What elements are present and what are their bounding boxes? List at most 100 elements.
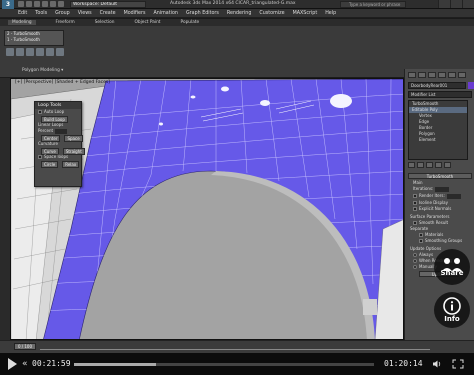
iterations-row: Iterations: [413, 186, 450, 192]
menu-graph-editors[interactable]: Graph Editors [186, 11, 219, 16]
modify-mode-icon[interactable] [56, 48, 64, 56]
maximize-button[interactable] [450, 0, 462, 8]
circle-button[interactable]: Circle [41, 161, 59, 168]
border-mode-icon[interactable] [26, 48, 34, 56]
auto-loop-checkbox[interactable] [38, 110, 42, 114]
object-color-swatch[interactable] [468, 82, 474, 89]
vertex-mode-icon[interactable] [6, 48, 14, 56]
time-slider[interactable]: 0 / 100 [14, 343, 36, 350]
relax-button[interactable]: Relax [62, 161, 80, 168]
utilities-tab-icon[interactable] [458, 72, 466, 78]
explicit-normals-row[interactable]: Explicit Normals [413, 206, 451, 211]
isoline-row[interactable]: Isoline Display [413, 200, 448, 205]
title-bar: 3 Workspace: Default Autodesk 3ds Max 20… [0, 0, 474, 9]
viewport-label[interactable]: [+] [Perspective] [Shaded + Edged Faces] [15, 80, 110, 85]
hierarchy-tab-icon[interactable] [428, 72, 436, 78]
separate-label: Separate [410, 226, 429, 231]
iterations-spinner[interactable] [435, 186, 450, 192]
progress-bar[interactable] [74, 363, 374, 366]
stack-item-element[interactable]: Element [409, 137, 467, 143]
smooth-result-row[interactable]: Smooth Result [413, 220, 448, 225]
help-search-input[interactable]: Type a keyword or phrase [340, 1, 406, 8]
materials-row[interactable]: Materials [419, 232, 443, 237]
ribbon-modifier-stack[interactable]: 2 - TurboSmooth 1 - TurboSmooth [4, 30, 64, 46]
workspace-dropdown[interactable]: Workspace: Default [70, 1, 146, 8]
menu-create[interactable]: Create [100, 11, 116, 16]
menu-customize[interactable]: Customize [259, 11, 284, 16]
show-end-result-icon[interactable] [417, 162, 424, 168]
render-iters-checkbox[interactable] [413, 194, 417, 198]
element-mode-icon[interactable] [46, 48, 54, 56]
undo-icon[interactable] [42, 1, 48, 7]
stack-tools [408, 162, 451, 168]
motion-tab-icon[interactable] [438, 72, 446, 78]
materials-checkbox[interactable] [419, 233, 423, 237]
new-icon[interactable] [18, 1, 24, 7]
volume-icon[interactable] [432, 359, 442, 369]
menu-group[interactable]: Group [55, 11, 70, 16]
loop-tools-title[interactable]: Loop Tools [35, 102, 81, 109]
menu-bar: Edit Tools Group Views Create Modifiers … [0, 9, 474, 18]
modifier-list-dropdown[interactable]: Modifier List [408, 91, 472, 98]
save-icon[interactable] [34, 1, 40, 7]
tab-object-paint[interactable]: Object Paint [135, 20, 161, 25]
tab-selection[interactable]: Selection [95, 20, 115, 25]
percent-spinner[interactable] [55, 128, 68, 134]
play-icon[interactable] [8, 358, 17, 370]
render-iters-spinner[interactable] [446, 193, 461, 199]
fullscreen-icon[interactable] [452, 359, 464, 369]
close-button[interactable] [462, 0, 474, 8]
modify-tab-icon[interactable] [418, 72, 426, 78]
always-radio[interactable] [413, 253, 417, 257]
configure-sets-icon[interactable] [444, 162, 451, 168]
create-tab-icon[interactable] [408, 72, 416, 78]
selected-mesh[interactable] [43, 79, 404, 340]
menu-tools[interactable]: Tools [35, 11, 47, 16]
app-logo[interactable]: 3 [2, 0, 14, 9]
share-button[interactable]: Share [434, 249, 470, 285]
render-iters-row: Render Iters: [413, 193, 461, 199]
ribbon-stack-item[interactable]: 1 - TurboSmooth [5, 37, 63, 43]
open-icon[interactable] [26, 1, 32, 7]
smooth-result-checkbox[interactable] [413, 221, 417, 225]
make-unique-icon[interactable] [426, 162, 433, 168]
space-loops-checkbox[interactable] [38, 155, 42, 159]
tab-populate[interactable]: Populate [181, 20, 200, 25]
tab-freeform[interactable]: Freeform [56, 20, 75, 25]
space-button[interactable]: Space [64, 135, 83, 142]
menu-animation[interactable]: Animation [153, 11, 177, 16]
when-rendering-radio[interactable] [413, 259, 417, 263]
isoline-checkbox[interactable] [413, 201, 417, 205]
object-name-field[interactable]: DoorbodyRear001 [408, 82, 466, 89]
explicit-normals-checkbox[interactable] [413, 207, 417, 211]
turbosmooth-rollout[interactable]: TurboSmooth [408, 173, 472, 179]
menu-modifiers[interactable]: Modifiers [124, 11, 146, 16]
minimize-button[interactable] [438, 0, 450, 8]
space-loops-label: Space loops [44, 154, 69, 159]
display-tab-icon[interactable] [448, 72, 456, 78]
iterations-label: Iterations: [413, 186, 434, 191]
redo-icon[interactable] [50, 1, 56, 7]
ribbon-group-label[interactable]: Polygon Modeling ▾ [22, 68, 63, 73]
project-folder-icon[interactable] [58, 1, 64, 7]
menu-help[interactable]: Help [325, 11, 336, 16]
current-time: 00:21:59 [32, 359, 71, 368]
polygon-mode-icon[interactable] [36, 48, 44, 56]
remove-modifier-icon[interactable] [435, 162, 442, 168]
smoothing-groups-checkbox[interactable] [419, 239, 423, 243]
edge-mode-icon[interactable] [16, 48, 24, 56]
menu-edit[interactable]: Edit [18, 11, 27, 16]
menu-maxscript[interactable]: MAXScript [293, 11, 318, 16]
menu-views[interactable]: Views [78, 11, 92, 16]
smoothing-groups-row[interactable]: Smoothing Groups [419, 238, 462, 243]
always-row[interactable]: Always [413, 252, 433, 257]
timeline-ruler[interactable] [40, 344, 430, 350]
pin-stack-icon[interactable] [408, 162, 415, 168]
menu-rendering[interactable]: Rendering [227, 11, 252, 16]
materials-label: Materials [425, 232, 444, 237]
info-button[interactable]: Info [434, 292, 470, 328]
tab-modeling[interactable]: Modeling [8, 20, 36, 25]
main-label: Main [413, 180, 423, 185]
rewind-icon[interactable]: « [22, 359, 28, 369]
manually-radio[interactable] [413, 265, 417, 269]
